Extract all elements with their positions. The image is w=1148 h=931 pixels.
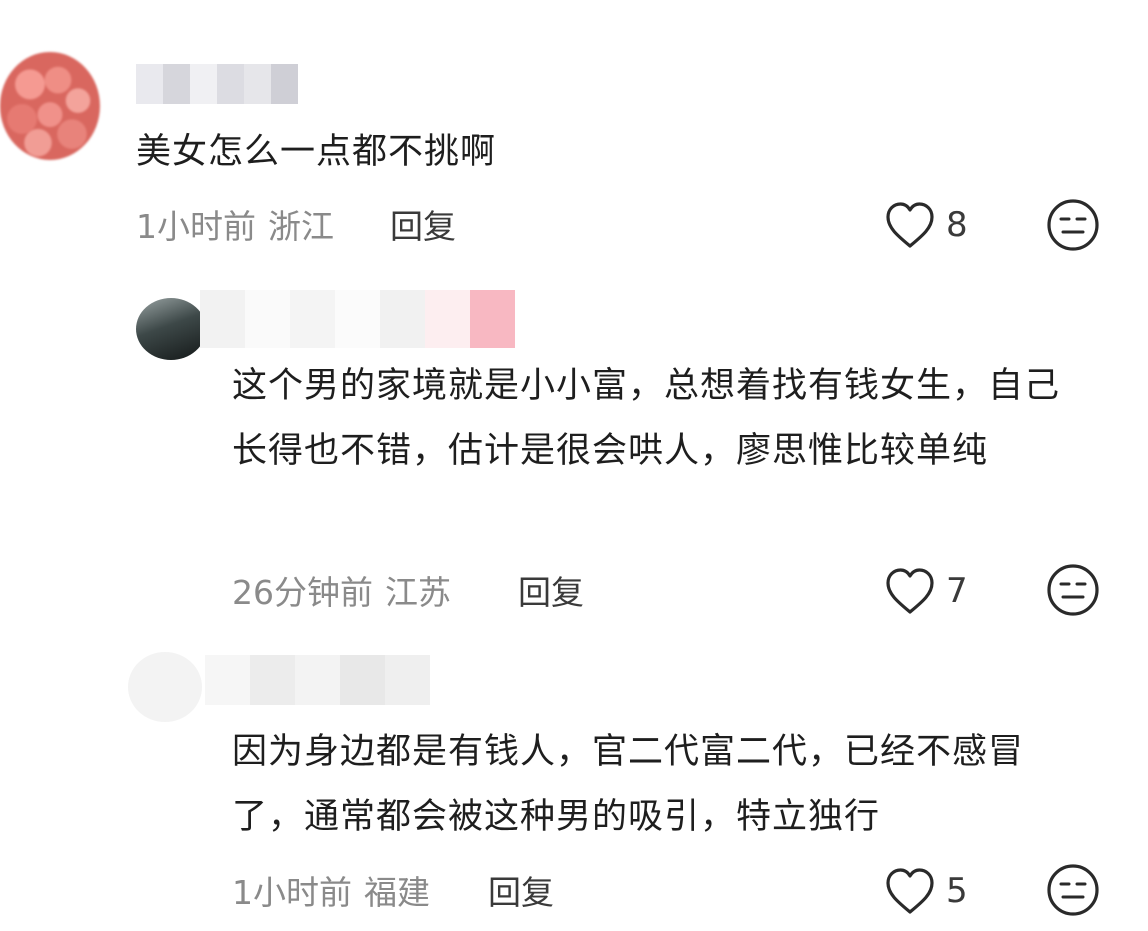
username-blurred[interactable] [205,655,430,705]
heart-icon [886,202,934,248]
like-count: 8 [946,205,968,245]
comment-location: 浙江 [268,207,334,246]
comment-time: 26分钟前 [232,573,373,612]
reply-button[interactable]: 回复 [518,566,584,614]
like-button[interactable]: 5 [884,866,986,916]
reply-button[interactable]: 回复 [390,200,456,248]
comment-meta: 1小时前 浙江 [136,200,334,248]
comment-time: 1小时前 [136,207,256,246]
neutral-face-icon[interactable] [1046,563,1100,617]
neutral-face-icon[interactable] [1046,198,1100,252]
comment-time: 1小时前 [232,873,352,912]
neutral-face-icon[interactable] [1046,863,1100,917]
like-button[interactable]: 7 [884,566,986,616]
comment-text: 这个男的家境就是小小富，总想着找有钱女生，自己长得也不错，估计是很会哄人，廖思惟… [232,366,1061,471]
heart-icon [886,868,934,914]
like-count: 5 [946,871,968,911]
user-avatar[interactable] [136,298,206,360]
comment-location: 江苏 [385,573,451,612]
user-avatar[interactable] [128,652,202,722]
like-count: 7 [946,571,968,611]
heart-icon [886,568,934,614]
comment-text: 美女怎么一点都不挑啊 [136,132,497,172]
user-avatar[interactable] [0,52,100,160]
like-button[interactable]: 8 [884,200,986,250]
username-blurred[interactable] [136,64,298,104]
comment-meta: 26分钟前 江苏 [232,566,451,614]
username-blurred[interactable] [200,290,515,348]
comment-location: 福建 [364,873,430,912]
comment-text: 因为身边都是有钱人，官二代富二代，已经不感冒了，通常都会被这种男的吸引，特立独行 [232,732,1025,837]
reply-button[interactable]: 回复 [488,866,554,914]
comment-meta: 1小时前 福建 [232,866,430,914]
